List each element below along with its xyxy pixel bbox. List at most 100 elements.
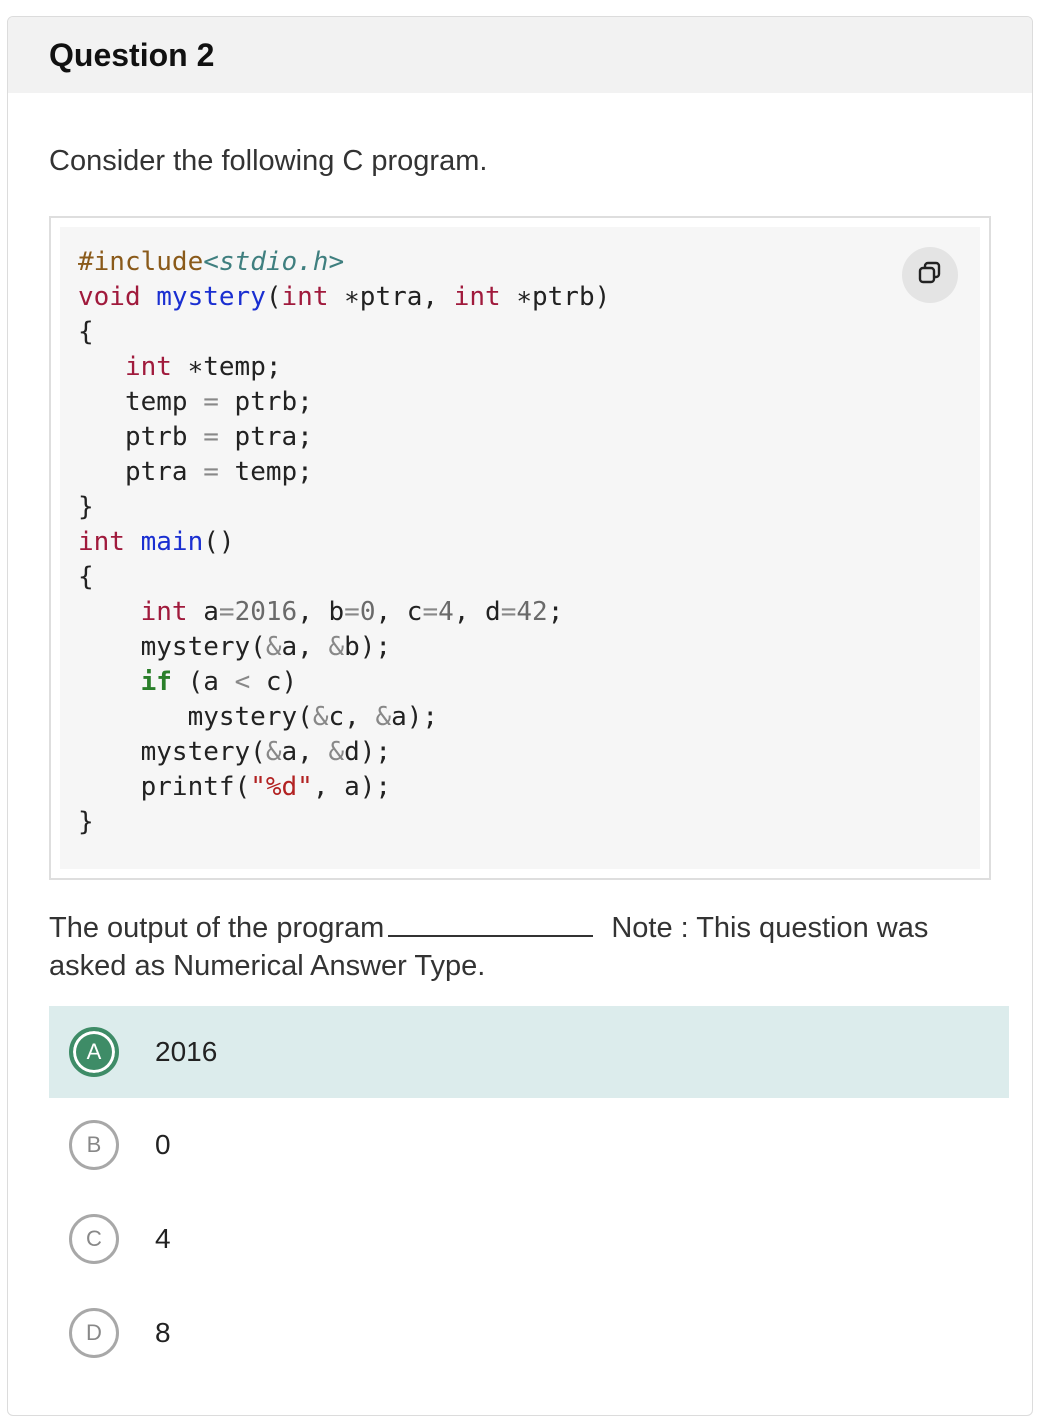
code-token: = bbox=[203, 422, 219, 452]
code-token: } bbox=[78, 807, 94, 837]
code-token: ptra bbox=[78, 457, 204, 487]
code-token: = bbox=[422, 597, 439, 627]
code-token: = bbox=[203, 457, 219, 487]
code-token: = bbox=[344, 597, 360, 627]
code-line: { bbox=[78, 560, 610, 595]
option-c-text: 4 bbox=[155, 1223, 171, 1254]
code-token: ptrb bbox=[78, 422, 204, 452]
code-line: #include<stdio.h> bbox=[78, 245, 610, 280]
code-token: { bbox=[78, 317, 94, 347]
code-token: ; bbox=[547, 597, 564, 627]
code-line: printf("%d", a); bbox=[78, 770, 610, 805]
code-token: , b bbox=[297, 597, 345, 627]
code-line: mystery(&a, &b); bbox=[78, 630, 610, 665]
text-before-blank: The output of the program bbox=[49, 912, 385, 944]
code-token: mystery( bbox=[78, 632, 266, 662]
code-token: printf( bbox=[78, 772, 251, 802]
code-token: 2016 bbox=[234, 597, 298, 627]
code-token: { bbox=[78, 562, 94, 592]
code-token: } bbox=[78, 492, 94, 522]
code-token: & bbox=[265, 632, 282, 662]
option-a-text: 2016 bbox=[155, 1036, 218, 1067]
code-line: mystery(&c, &a); bbox=[78, 700, 610, 735]
code-line: { bbox=[78, 315, 610, 350]
code-token: ∗ptra, bbox=[328, 282, 454, 312]
question-text: The output of the program Note : This que… bbox=[49, 909, 989, 985]
code-token: "%d" bbox=[250, 772, 313, 802]
code-token: ( bbox=[265, 282, 282, 312]
option-d[interactable]: D 8 bbox=[49, 1287, 1009, 1379]
code-token: d); bbox=[344, 737, 392, 767]
code-token: int bbox=[124, 352, 172, 382]
code-token: ∗temp; bbox=[171, 352, 282, 382]
code-token: < bbox=[234, 667, 251, 697]
code-line: mystery(&a, &d); bbox=[78, 735, 610, 770]
code-line: int a=2016, b=0, c=4, d=42; bbox=[78, 595, 610, 630]
code-line: temp = ptrb; bbox=[78, 385, 610, 420]
code-token: & bbox=[265, 737, 282, 767]
code-line: } bbox=[78, 490, 610, 525]
code-token: void bbox=[78, 282, 141, 312]
code-line: int main() bbox=[78, 525, 610, 560]
code-line: void mystery(int ∗ptra, int ∗ptrb) bbox=[78, 280, 610, 315]
copy-code-button[interactable] bbox=[902, 247, 958, 303]
code-token: = bbox=[218, 597, 235, 627]
code-token: int bbox=[281, 282, 329, 312]
code-line: } bbox=[78, 805, 610, 840]
code-token: ∗ptrb) bbox=[500, 282, 611, 312]
option-a-badge: A bbox=[69, 1027, 119, 1077]
code-token: ptra; bbox=[218, 422, 313, 452]
code-token: mystery bbox=[156, 282, 266, 312]
option-b-text: 0 bbox=[155, 1129, 171, 1160]
option-a[interactable]: A 2016 bbox=[49, 1006, 1009, 1098]
code-area[interactable]: #include<stdio.h> void mystery(int ∗ptra,… bbox=[60, 227, 980, 869]
code-token: & bbox=[312, 702, 329, 732]
option-c-badge: C bbox=[69, 1214, 119, 1264]
question-header: Question 2 bbox=[8, 17, 1032, 93]
code-token: ptrb; bbox=[218, 387, 313, 417]
code-token: mystery( bbox=[78, 737, 266, 767]
option-b[interactable]: B 0 bbox=[49, 1099, 1009, 1191]
code-token: = bbox=[203, 387, 219, 417]
code-token: () bbox=[203, 527, 235, 557]
code-token: int bbox=[78, 527, 125, 557]
copy-icon bbox=[917, 260, 943, 291]
code-lines: #include<stdio.h> void mystery(int ∗ptra,… bbox=[78, 245, 610, 840]
code-token: (a bbox=[171, 667, 235, 697]
code-token: a); bbox=[391, 702, 439, 732]
code-token: = bbox=[500, 597, 517, 627]
code-line: ptrb = ptra; bbox=[78, 420, 610, 455]
code-token: temp bbox=[78, 387, 204, 417]
code-token: c) bbox=[250, 667, 298, 697]
code-token: 4 bbox=[438, 597, 454, 627]
code-token: int bbox=[453, 282, 501, 312]
code-token: int bbox=[140, 597, 188, 627]
code-line: int ∗temp; bbox=[78, 350, 610, 385]
code-token: main bbox=[140, 527, 204, 557]
code-token: , a); bbox=[312, 772, 392, 802]
code-token: 42 bbox=[516, 597, 548, 627]
option-c[interactable]: C 4 bbox=[49, 1193, 1009, 1285]
code-token: a, bbox=[281, 737, 329, 767]
code-token: <stdio.h> bbox=[203, 247, 345, 277]
question-prompt: Consider the following C program. bbox=[49, 145, 488, 177]
code-line: if (a < c) bbox=[78, 665, 610, 700]
option-d-badge: D bbox=[69, 1308, 119, 1358]
code-token: temp; bbox=[218, 457, 313, 487]
code-token: #include bbox=[78, 247, 204, 277]
code-token: & bbox=[328, 737, 345, 767]
code-token: 0 bbox=[359, 597, 376, 627]
code-token: a, bbox=[281, 632, 329, 662]
question-title: Question 2 bbox=[49, 36, 215, 73]
code-token: b); bbox=[344, 632, 392, 662]
code-token: mystery( bbox=[78, 702, 313, 732]
code-token: & bbox=[375, 702, 392, 732]
question-card: Question 2 Consider the following C prog… bbox=[7, 16, 1033, 1416]
code-token: if bbox=[140, 667, 172, 697]
code-line: ptra = temp; bbox=[78, 455, 610, 490]
